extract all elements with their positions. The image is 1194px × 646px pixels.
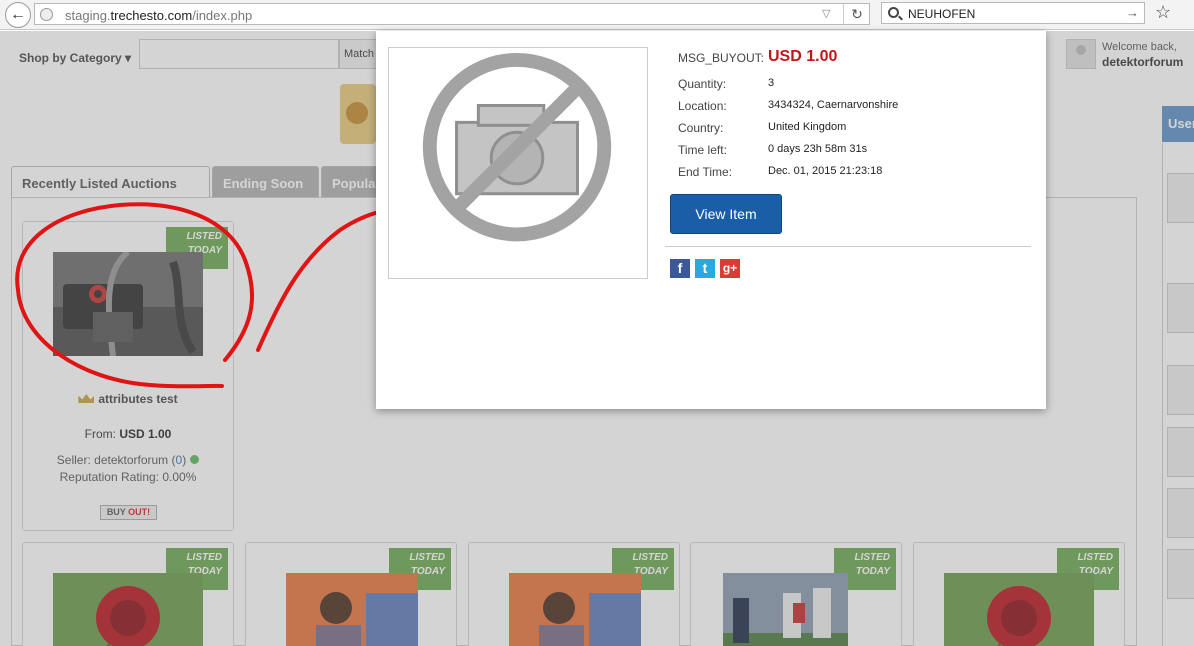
- back-arrow-icon[interactable]: ←: [5, 2, 31, 28]
- search-go-arrow-icon[interactable]: →: [1126, 5, 1139, 20]
- url-text: staging.trechesto.com/index.php: [65, 8, 253, 23]
- bookmark-star-icon[interactable]: ☆: [1155, 2, 1171, 23]
- browser-search-bar[interactable]: NEUHOFEN →: [881, 2, 1145, 24]
- search-icon: [888, 7, 899, 18]
- browser-toolbar: ← staging.trechesto.com/index.php ▽ ↻ NE…: [0, 0, 1194, 30]
- globe-icon: [40, 8, 53, 21]
- reload-icon[interactable]: ↻: [843, 4, 870, 24]
- search-input[interactable]: NEUHOFEN: [908, 7, 975, 21]
- google-plus-share-icon[interactable]: g+: [720, 259, 740, 278]
- view-item-button[interactable]: View Item: [670, 194, 782, 234]
- facebook-share-icon[interactable]: f: [670, 259, 690, 278]
- no-image-placeholder: [388, 47, 648, 279]
- divider: [665, 246, 1031, 247]
- buyout-price: USD 1.00: [768, 48, 838, 65]
- dropdown-arrow-icon[interactable]: ▽: [822, 7, 830, 20]
- item-quickview-modal: MSG_BUYOUT: USD 1.00 Quantity: 3 Location…: [376, 31, 1046, 409]
- address-bar[interactable]: staging.trechesto.com/index.php ▽ ↻: [34, 3, 870, 25]
- twitter-share-icon[interactable]: t: [695, 259, 715, 278]
